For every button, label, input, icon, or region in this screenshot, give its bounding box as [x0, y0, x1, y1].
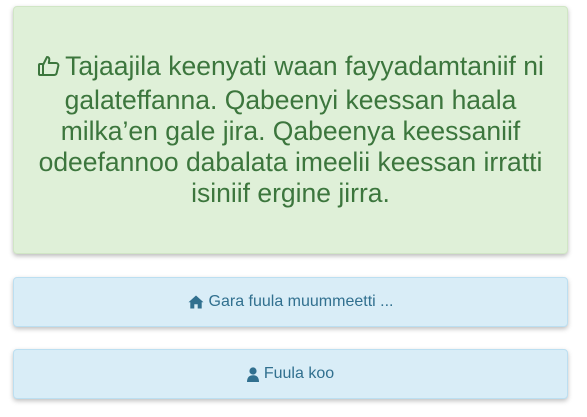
go-home-label: Gara fuula muummeetti ... [208, 293, 394, 310]
my-page-button[interactable]: Fuula koo [13, 349, 568, 399]
user-icon [246, 366, 259, 382]
go-home-button[interactable]: Gara fuula muummeetti ... [13, 277, 568, 327]
success-message-container: Tajaajila keenyati waan fayyadamtaniif n… [36, 51, 545, 209]
home-icon [188, 295, 204, 309]
my-page-label: Fuula koo [263, 365, 335, 382]
success-message: Tajaajila keenyati waan fayyadamtaniif n… [38, 51, 544, 208]
success-alert: Tajaajila keenyati waan fayyadamtaniif n… [13, 6, 568, 254]
thumbs-up-icon [37, 54, 61, 85]
